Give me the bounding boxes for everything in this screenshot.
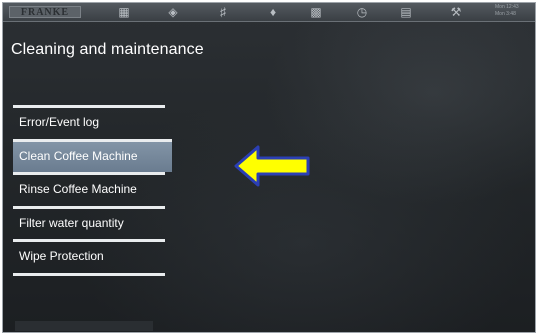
- screen: FRANKE ▦ ◈ ♯ ♦ ▩ ◷ ▤ ⚒ Mon 12:43 Mon 3:4…: [2, 2, 536, 333]
- top-toolbar: FRANKE ▦ ◈ ♯ ♦ ▩ ◷ ▤ ⚒ Mon 12:43 Mon 3:4…: [3, 3, 535, 22]
- menu-item-label: Clean Coffee Machine: [19, 148, 138, 163]
- arrow-shape: [234, 145, 310, 187]
- menu-item-filter-water-quantity[interactable]: Filter water quantity: [13, 205, 165, 240]
- clock-readout: Mon 12:43 Mon 3:48: [495, 4, 529, 18]
- clock-icon[interactable]: ◷: [355, 5, 369, 19]
- cup-icon[interactable]: ▩: [309, 5, 323, 19]
- brand-logo: FRANKE: [9, 6, 81, 18]
- menu-item-clean-coffee-machine[interactable]: Clean Coffee Machine: [13, 138, 172, 172]
- page-title: Cleaning and maintenance: [11, 41, 204, 58]
- menu-item-wipe-protection[interactable]: Wipe Protection: [13, 239, 165, 273]
- drop-icon[interactable]: ♦: [266, 5, 280, 19]
- clock-line-2: Mon 3:48: [495, 11, 516, 17]
- pointer-arrow-icon: [234, 145, 310, 187]
- wrench-icon[interactable]: ⚒: [449, 5, 463, 19]
- menu-item-rinse-coffee-machine[interactable]: Rinse Coffee Machine: [13, 172, 165, 206]
- tools-icon[interactable]: ♯: [216, 5, 230, 19]
- menu-item-error-event-log[interactable]: Error/Event log: [13, 105, 165, 139]
- menu-item-label: Error/Event log: [19, 115, 100, 129]
- pot-icon[interactable]: ◈: [166, 5, 180, 19]
- book-icon[interactable]: ▤: [399, 5, 413, 19]
- menu-item-label: Wipe Protection: [19, 249, 104, 263]
- maintenance-menu: Error/Event log Clean Coffee Machine Rin…: [13, 105, 173, 276]
- bottom-strip: [15, 321, 153, 331]
- menu-item-label: Rinse Coffee Machine: [19, 182, 137, 196]
- clock-line-1: Mon 12:43: [495, 4, 519, 10]
- menu-divider: [13, 272, 165, 276]
- menu-item-label: Filter water quantity: [19, 215, 124, 230]
- milk-icon[interactable]: ▦: [117, 5, 131, 19]
